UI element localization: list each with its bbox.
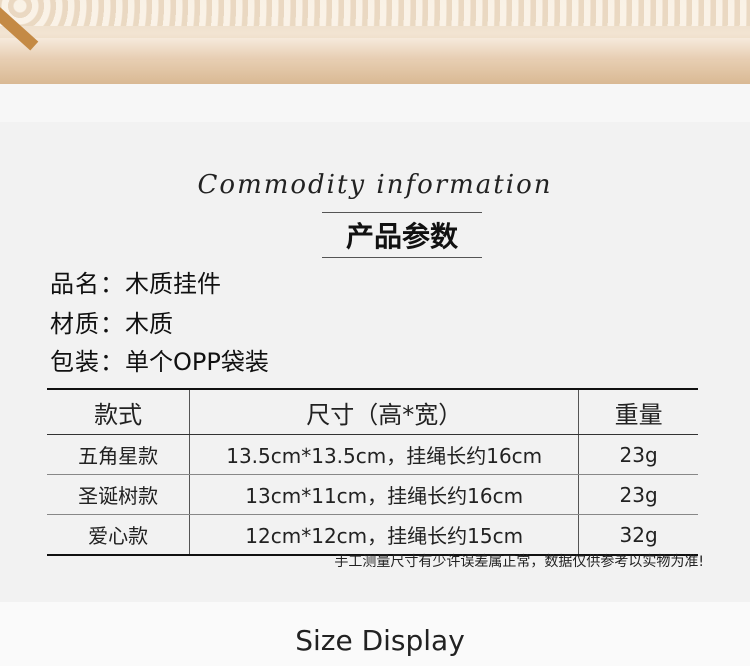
cell-weight: 23g bbox=[578, 474, 698, 515]
header-style: 款式 bbox=[47, 389, 191, 435]
spec-material: 材质：木质 bbox=[50, 304, 173, 339]
table-header-row: 款式 尺寸（高*宽） 重量 bbox=[47, 389, 698, 435]
spec-label: 包装： bbox=[50, 348, 125, 376]
spec-value: 单个OPP袋装 bbox=[125, 348, 269, 376]
title-english: Commodity information bbox=[197, 170, 553, 200]
table-row: 圣诞树款 13cm*11cm，挂绳长约16cm 23g bbox=[47, 474, 698, 515]
spec-label: 材质： bbox=[50, 310, 125, 338]
carved-scroll-decoration bbox=[0, 0, 750, 26]
spec-label: 品名： bbox=[50, 270, 125, 298]
cell-weight: 32g bbox=[619, 522, 658, 547]
table-row: 爱心款 12cm*12cm，挂绳长约15cm 32g bbox=[47, 514, 698, 555]
cell-style: 圣诞树款 bbox=[47, 474, 191, 515]
carved-band-decoration bbox=[0, 38, 750, 60]
product-photo-strip bbox=[0, 0, 750, 84]
spec-value: 木质挂件 bbox=[125, 270, 221, 298]
header-weight: 重量 bbox=[578, 389, 698, 435]
header-size: 尺寸（高*宽） bbox=[189, 389, 580, 435]
cell-style: 五角星款 bbox=[47, 434, 191, 475]
spec-product-name: 品名：木质挂件 bbox=[50, 264, 221, 299]
spec-value: 木质 bbox=[125, 310, 173, 338]
title-chinese: 产品参数 bbox=[322, 212, 482, 258]
cell-size: 13cm*11cm，挂绳长约16cm bbox=[189, 474, 580, 515]
section-gap bbox=[0, 84, 750, 122]
spec-packaging: 包装：单个OPP袋装 bbox=[50, 342, 269, 377]
table-row: 五角星款 13.5cm*13.5cm，挂绳长约16cm 23g bbox=[47, 434, 698, 475]
size-display-heading: Size Display bbox=[295, 624, 465, 657]
cell-weight: 23g bbox=[578, 434, 698, 475]
cell-style: 爱心款 bbox=[47, 514, 191, 555]
cell-size: 12cm*12cm，挂绳长约15cm bbox=[189, 514, 580, 555]
spec-table: 款式 尺寸（高*宽） 重量 五角星款 13.5cm*13.5cm，挂绳长约16c… bbox=[47, 388, 698, 556]
measurement-note: 手工测量尺寸有少许误差属正常，数据仅供参考以实物为准! bbox=[334, 554, 704, 570]
cell-size: 13.5cm*13.5cm，挂绳长约16cm bbox=[189, 434, 580, 475]
